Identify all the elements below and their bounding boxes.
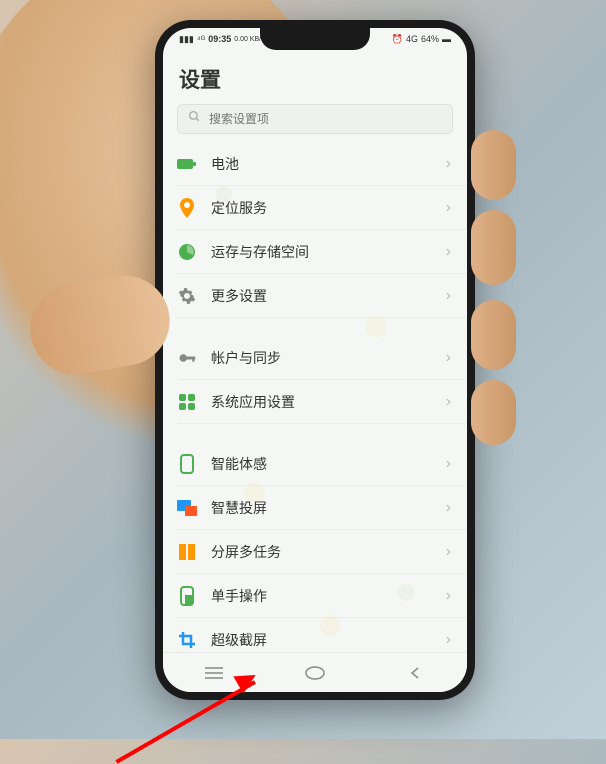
net-4g: 4G: [406, 34, 418, 44]
row-label: 电池: [211, 154, 446, 174]
row-label: 帐户与同步: [211, 348, 446, 368]
row-label: 定位服务: [211, 198, 446, 218]
phone-frame: ▮▮▮ ⁴ᴳ 09:35 0.00 KB/s ⏰ 4G 64% ▬ 设置 电池 …: [155, 20, 475, 700]
row-label: 智慧投屏: [211, 498, 446, 518]
battery-icon: ▬: [442, 34, 451, 44]
settings-row-split[interactable]: 分屏多任务 ›: [177, 530, 467, 574]
page-title: 设置: [163, 50, 467, 104]
sensor-icon: [177, 454, 197, 474]
settings-row-key[interactable]: 帐户与同步 ›: [177, 336, 467, 380]
chevron-right-icon: ›: [446, 155, 451, 173]
row-label: 系统应用设置: [211, 392, 446, 412]
key-icon: [177, 348, 197, 368]
gear-icon: [177, 286, 197, 306]
nav-home-button[interactable]: [285, 658, 345, 688]
row-label: 更多设置: [211, 286, 446, 306]
row-label: 分屏多任务: [211, 542, 446, 562]
signal-icon: ▮▮▮: [179, 34, 194, 45]
crop-icon: [177, 630, 197, 650]
chevron-right-icon: ›: [446, 393, 451, 411]
location-icon: [177, 198, 197, 218]
settings-row-cast[interactable]: 智慧投屏 ›: [177, 486, 467, 530]
settings-row-location[interactable]: 定位服务 ›: [177, 186, 467, 230]
settings-row-gear[interactable]: 更多设置 ›: [177, 274, 467, 318]
chevron-right-icon: ›: [446, 631, 451, 649]
notch: [260, 28, 370, 50]
nav-back-button[interactable]: [386, 658, 446, 688]
chevron-right-icon: ›: [446, 455, 451, 473]
search-box[interactable]: [177, 104, 453, 134]
split-icon: [177, 542, 197, 562]
onehand-icon: [177, 586, 197, 606]
search-icon: [188, 110, 201, 128]
network-type: ⁴ᴳ: [197, 34, 205, 44]
row-label: 超级截屏: [211, 630, 446, 650]
alarm-icon: ⏰: [392, 34, 403, 45]
settings-row-storage[interactable]: 运存与存储空间 ›: [177, 230, 467, 274]
row-label: 运存与存储空间: [211, 242, 446, 262]
chevron-right-icon: ›: [446, 199, 451, 217]
settings-row-onehand[interactable]: 单手操作 ›: [177, 574, 467, 618]
settings-row-sensor[interactable]: 智能体感 ›: [177, 442, 467, 486]
chevron-right-icon: ›: [446, 543, 451, 561]
search-input[interactable]: [209, 112, 442, 126]
chevron-right-icon: ›: [446, 499, 451, 517]
navigation-bar: [163, 652, 467, 692]
battery-percent: 64%: [421, 34, 439, 44]
chevron-right-icon: ›: [446, 587, 451, 605]
row-label: 智能体感: [211, 454, 446, 474]
apps-icon: [177, 392, 197, 412]
settings-row-battery[interactable]: 电池 ›: [177, 142, 467, 186]
chevron-right-icon: ›: [446, 349, 451, 367]
row-label: 单手操作: [211, 586, 446, 606]
cast-icon: [177, 498, 197, 518]
battery-icon: [177, 154, 197, 174]
chevron-right-icon: ›: [446, 243, 451, 261]
annotation-arrow: [95, 680, 255, 684]
screen: ▮▮▮ ⁴ᴳ 09:35 0.00 KB/s ⏰ 4G 64% ▬ 设置 电池 …: [163, 28, 467, 692]
settings-row-apps[interactable]: 系统应用设置 ›: [177, 380, 467, 424]
storage-icon: [177, 242, 197, 262]
status-time: 09:35: [208, 34, 231, 44]
chevron-right-icon: ›: [446, 287, 451, 305]
